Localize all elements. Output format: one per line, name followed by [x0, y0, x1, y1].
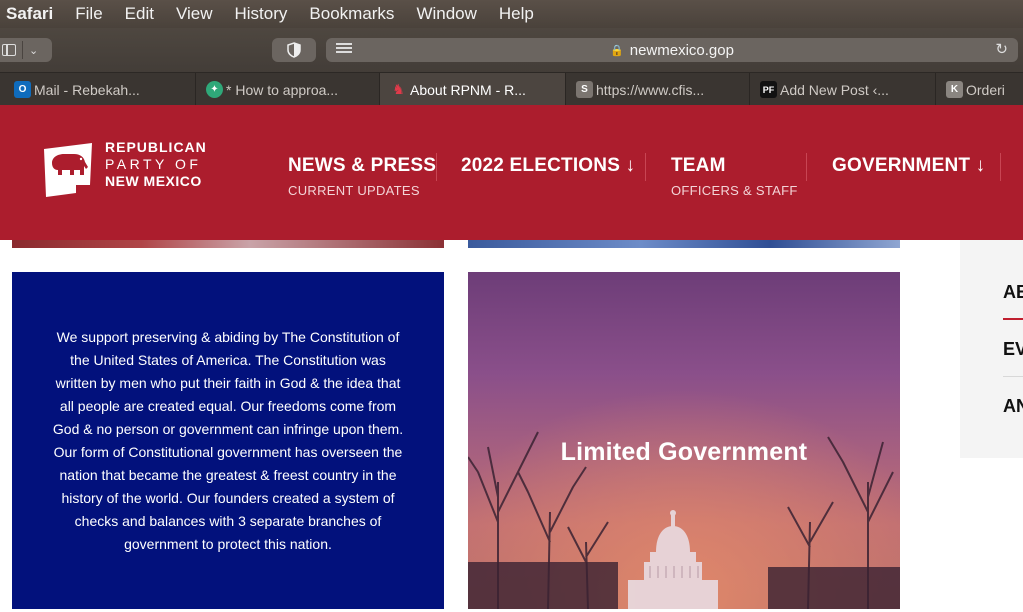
nav-sublabel: OFFICERS & STAFF — [671, 183, 798, 198]
reader-icon[interactable] — [336, 43, 352, 57]
site-s-icon: S — [576, 81, 593, 98]
nav-label: NEWS & PRESS — [288, 155, 437, 176]
chevron-down-icon: ⌄ — [29, 44, 39, 57]
outlook-icon: O — [14, 81, 31, 98]
menu-history[interactable]: History — [235, 4, 288, 24]
logo-line-2: PARTY OF — [105, 156, 202, 172]
sidebar-toggle-button[interactable]: ⌄ — [0, 38, 52, 62]
logo-line-1: REPUBLICAN — [105, 139, 207, 155]
nav-sublabel: CURRENT UPDATES — [288, 183, 420, 198]
tab-label: About RPNM - R... — [410, 81, 526, 98]
menu-window[interactable]: Window — [416, 4, 476, 24]
logo-line-3: NEW MEXICO — [105, 173, 202, 189]
nav-divider — [806, 153, 807, 181]
nav-team[interactable]: TEAM OFFICERS & STAFF — [671, 155, 798, 198]
reload-icon[interactable]: ↻ — [995, 40, 1008, 58]
image-caption: Limited Government — [560, 438, 808, 466]
nav-divider — [1000, 153, 1001, 181]
tab-label: https://www.cfis... — [596, 81, 705, 98]
tab-add-new-post[interactable]: PF Add New Post ‹... — [750, 73, 936, 106]
menu-safari[interactable]: Safari — [6, 4, 53, 24]
leaf-icon: ✦ — [206, 81, 223, 98]
tab-ordering[interactable]: K Orderi — [936, 73, 1023, 106]
sidebar-item-ab[interactable]: AB — [1003, 282, 1023, 303]
constitution-card: We support preserving & abiding by The C… — [12, 272, 444, 609]
tab-label: Orderi — [966, 81, 1005, 98]
elephant-icon: ♞ — [392, 81, 405, 97]
privacy-report-button[interactable] — [272, 38, 316, 62]
url-text: newmexico.gop — [629, 41, 734, 59]
nav-label: TEAM — [671, 155, 726, 176]
nav-divider — [436, 153, 437, 181]
right-sidebar: AB EV AN — [960, 240, 1023, 458]
tab-about-rpnm[interactable]: ♞ About RPNM - R... — [380, 73, 566, 106]
previous-image-strip — [12, 240, 444, 248]
rpnm-logo-text[interactable]: REPUBLICAN PARTY OF NEW MEXICO — [105, 139, 207, 190]
lock-icon: 🔒 — [610, 44, 624, 57]
menu-bookmarks[interactable]: Bookmarks — [309, 4, 394, 24]
nav-label: GOVERNMENT ↓ — [832, 155, 986, 176]
site-pf-icon: PF — [760, 81, 777, 98]
menu-file[interactable]: File — [75, 4, 102, 24]
button-separator — [22, 41, 23, 59]
previous-image-strip — [468, 240, 900, 248]
macos-menu-bar: Safari File Edit View History Bookmarks … — [0, 0, 1023, 28]
nav-divider — [645, 153, 646, 181]
menu-view[interactable]: View — [176, 4, 213, 24]
site-k-icon: K — [946, 81, 963, 98]
tab-label: Mail - Rebekah... — [34, 81, 140, 98]
browser-toolbar: ⌄ 🔒 newmexico.gop ↻ — [0, 28, 1023, 72]
sidebar-item-an[interactable]: AN — [1003, 396, 1023, 417]
nav-government[interactable]: GOVERNMENT ↓ — [832, 155, 985, 177]
menu-help[interactable]: Help — [499, 4, 534, 24]
shield-icon — [287, 42, 301, 58]
tab-how-to-approach[interactable]: ✦ * How to approa... — [196, 73, 380, 106]
menu-edit[interactable]: Edit — [125, 4, 154, 24]
tab-label: Add New Post ‹... — [780, 81, 889, 98]
nav-news-press[interactable]: NEWS & PRESS CURRENT UPDATES — [288, 155, 436, 198]
nav-label: 2022 ELECTIONS ↓ — [461, 155, 636, 176]
sidebar-divider — [1003, 376, 1023, 377]
address-bar[interactable]: 🔒 newmexico.gop ↻ — [326, 38, 1018, 62]
tab-bar: O Mail - Rebekah... ✦ * How to approa...… — [0, 72, 1023, 106]
sidebar-active-underline — [1003, 318, 1023, 320]
nav-2022-elections[interactable]: 2022 ELECTIONS ↓ — [461, 155, 635, 177]
tab-label: * How to approa... — [226, 81, 339, 98]
site-header: REPUBLICAN PARTY OF NEW MEXICO NEWS & PR… — [0, 105, 1023, 240]
sidebar-item-ev[interactable]: EV — [1003, 339, 1023, 360]
tab-mail[interactable]: O Mail - Rebekah... — [4, 73, 196, 106]
sidebar-icon — [2, 44, 16, 56]
rpnm-logo-icon[interactable] — [42, 141, 94, 201]
limited-government-card[interactable]: Limited Government — [468, 272, 900, 609]
constitution-text: We support preserving & abiding by The C… — [52, 328, 404, 552]
tab-cfis[interactable]: S https://www.cfis... — [566, 73, 750, 106]
